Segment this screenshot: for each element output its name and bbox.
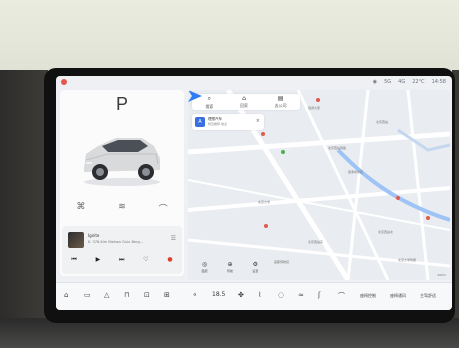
map-label: 北京大学附属 bbox=[398, 258, 417, 262]
heart-icon[interactable]: ♡ bbox=[143, 256, 148, 264]
dock-label[interactable]: 座椅通风 bbox=[390, 293, 406, 299]
map-label: 北京西站南路 bbox=[328, 146, 347, 150]
home-icon: ⌂ bbox=[242, 95, 246, 102]
status-item: 22°C bbox=[412, 79, 425, 85]
ac-icon[interactable]: ✤ bbox=[238, 291, 244, 299]
dock-label[interactable]: 主驾舒适 bbox=[420, 293, 436, 299]
song-title: Ignite bbox=[88, 233, 100, 238]
home-icon[interactable]: ⌂ bbox=[64, 291, 68, 299]
status-bar: ◉ 5G 4G 22°C 14:58 bbox=[56, 76, 452, 88]
seat-heat-icon[interactable]: ʃ bbox=[318, 291, 320, 299]
infotainment-screen: ◉ 5G 4G 22°C 14:58 P ⌘ ≋ ⌒ Ignite K. 376… bbox=[56, 76, 452, 310]
song-artist: K. 376-Kim Nielsen Gulu Berg... bbox=[88, 240, 144, 244]
nav-icon[interactable]: △ bbox=[104, 291, 109, 299]
map-label: 北京西站北 bbox=[378, 230, 394, 234]
fan-icon[interactable]: ⚬ bbox=[192, 291, 198, 299]
settings-button[interactable]: ⚙ 设置 bbox=[252, 261, 258, 273]
map-label: 恒通大厦 bbox=[308, 106, 321, 110]
settings-icon: ⚙ bbox=[252, 261, 259, 268]
status-item: 5G bbox=[384, 79, 392, 85]
background-wall bbox=[0, 0, 459, 72]
search-button[interactable]: ⌕ 搜索 bbox=[205, 95, 213, 110]
map-scale: 200m bbox=[437, 273, 446, 277]
status-clock: 14:58 bbox=[431, 79, 446, 85]
map-search-bar[interactable]: ⌕ 搜索 ⌂ 回家 ▤ 去公司 bbox=[192, 94, 300, 110]
bottom-dock: ⌂ ▭ △ ⊓ ⊡ ⊞ ⚬ 18.5 ✤ ⌇ ◌ ≈ ʃ ⌒ 座椅控制 座椅通风… bbox=[56, 282, 452, 310]
map-label: 北京西站东 bbox=[308, 240, 324, 244]
trunk-icon[interactable]: ⌒ bbox=[159, 202, 168, 215]
defrost-icon[interactable]: ⌇ bbox=[258, 291, 261, 299]
destination-badge: A bbox=[195, 117, 205, 127]
compass-icon: ⊕ bbox=[227, 261, 233, 268]
list-icon[interactable]: ☰ bbox=[171, 235, 176, 242]
steering-icon[interactable]: ◌ bbox=[278, 291, 284, 299]
media-icon[interactable]: ▭ bbox=[84, 291, 91, 299]
car-image[interactable] bbox=[78, 124, 166, 188]
heat-icon[interactable]: ≈ bbox=[298, 291, 304, 299]
office-button[interactable]: ▤ 去公司 bbox=[275, 95, 287, 109]
next-icon[interactable]: ⏭ bbox=[119, 256, 124, 264]
layers-icon: ◎ bbox=[202, 261, 208, 268]
prev-icon[interactable]: ⏮ bbox=[71, 256, 76, 264]
layers-button[interactable]: ◎ 图层 bbox=[202, 261, 208, 273]
search-icon: ⌕ bbox=[207, 94, 212, 102]
album-art[interactable] bbox=[68, 232, 84, 248]
fan-icon[interactable]: ≋ bbox=[118, 202, 126, 215]
close-icon[interactable]: × bbox=[256, 118, 260, 124]
vehicle-position-arrow-icon bbox=[188, 90, 202, 102]
seat-vent-icon[interactable]: ⌒ bbox=[338, 291, 345, 301]
seat-icon[interactable]: ⊡ bbox=[144, 291, 150, 299]
navigation-map[interactable]: ⌕ 搜索 ⌂ 回家 ▤ 去公司 A 理想汽车 附近推荐·地点 × 恒通大厦 北京… bbox=[188, 90, 450, 280]
dock-label[interactable]: 座椅控制 bbox=[360, 293, 376, 299]
vehicle-panel: P ⌘ ≋ ⌒ Ignite K. 376-Kim Nielsen Gulu B… bbox=[60, 90, 184, 276]
apps-icon[interactable]: ⊞ bbox=[164, 291, 170, 299]
map-label: 北京大学 bbox=[258, 200, 271, 204]
map-label: 丽泽商务区 bbox=[348, 170, 364, 174]
lock-icon[interactable]: ⌘ bbox=[76, 202, 85, 215]
map-label: 首都博物馆 bbox=[274, 260, 290, 264]
car-icon[interactable]: ⊓ bbox=[124, 291, 129, 299]
temperature-left[interactable]: 18.5 bbox=[212, 291, 225, 298]
destination-card[interactable]: A 理想汽车 附近推荐·地点 × bbox=[192, 114, 264, 130]
play-icon[interactable]: ▶ bbox=[96, 256, 101, 264]
music-controls: ⏮ ▶ ⏭ ♡ ● bbox=[62, 256, 182, 264]
map-tools: ◎ 图层 ⊕ 导航 ⚙ 设置 bbox=[192, 258, 268, 276]
dashboard-left bbox=[0, 70, 48, 348]
destination-subtitle: 附近推荐·地点 bbox=[208, 122, 227, 126]
location-pin-icon: ◉ bbox=[372, 79, 378, 85]
status-item: 4G bbox=[398, 79, 406, 85]
car-quick-controls: ⌘ ≋ ⌒ bbox=[60, 202, 184, 215]
gear-indicator: P bbox=[115, 94, 128, 114]
office-icon: ▤ bbox=[277, 95, 284, 102]
music-player[interactable]: Ignite K. 376-Kim Nielsen Gulu Berg... ☰… bbox=[62, 226, 182, 274]
home-button[interactable]: ⌂ 回家 bbox=[240, 95, 248, 109]
compass-button[interactable]: ⊕ 导航 bbox=[227, 261, 233, 273]
map-label: 北京西站 bbox=[376, 120, 389, 124]
record-icon[interactable]: ● bbox=[167, 256, 172, 264]
